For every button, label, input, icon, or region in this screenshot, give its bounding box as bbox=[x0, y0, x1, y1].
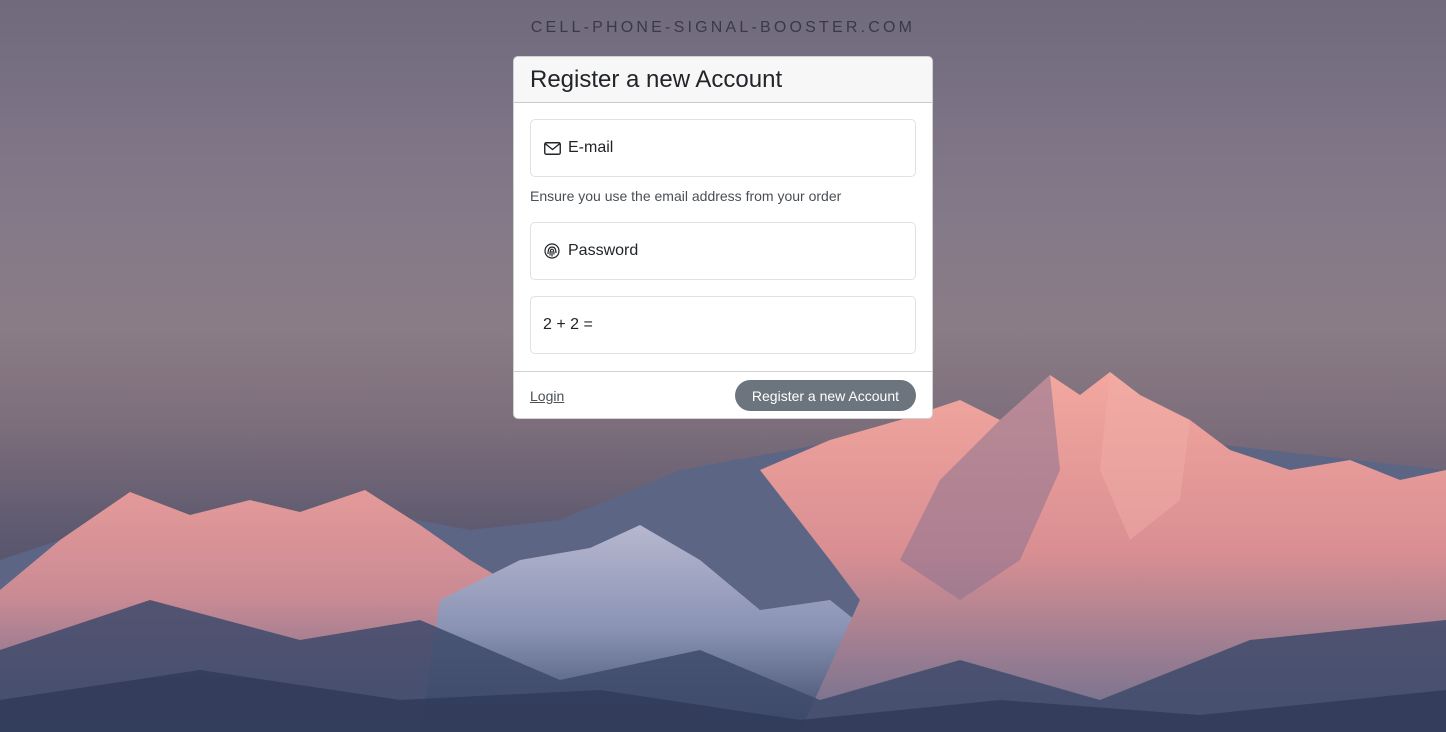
captcha-field-label: 2 + 2 = bbox=[543, 316, 593, 333]
card-body: E-mail Ensure you use the email address … bbox=[514, 103, 932, 371]
register-button[interactable]: Register a new Account bbox=[734, 380, 916, 411]
card-footer: Login Register a new Account bbox=[514, 371, 932, 418]
email-field-label: E-mail bbox=[568, 139, 614, 156]
card-header: Register a new Account bbox=[514, 57, 932, 103]
email-field[interactable]: E-mail bbox=[530, 119, 916, 177]
page-title: Register a new Account bbox=[530, 66, 783, 93]
password-field[interactable]: Password bbox=[530, 222, 916, 280]
password-field-label: Password bbox=[568, 242, 639, 259]
captcha-field[interactable]: 2 + 2 = bbox=[530, 296, 916, 354]
site-title: CELL-PHONE-SIGNAL-BOOSTER.COM bbox=[530, 19, 916, 36]
email-hint: Ensure you use the email address from yo… bbox=[530, 188, 842, 204]
fingerprint-icon bbox=[543, 242, 561, 260]
envelope-icon bbox=[543, 139, 561, 157]
login-link[interactable]: Login bbox=[530, 388, 564, 404]
register-card: Register a new Account E-mail Ensure you… bbox=[513, 56, 933, 419]
